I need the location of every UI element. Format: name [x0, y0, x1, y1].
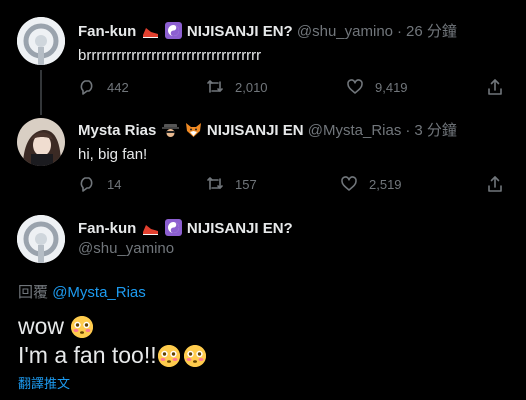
- detective-emoji-icon: [161, 121, 179, 144]
- reply-count: 14: [107, 176, 122, 192]
- share-button[interactable]: [486, 175, 515, 193]
- flushed-face-emoji-icon: [183, 345, 206, 367]
- main-tweet-text-2: I'm a fan too!!: [18, 342, 157, 368]
- replying-to-mention[interactable]: @Mysta_Rias: [52, 284, 146, 301]
- replying-to-label: 回覆: [18, 284, 49, 301]
- retweet-button[interactable]: 157: [206, 175, 257, 193]
- timestamp[interactable]: 3 分鐘: [414, 122, 457, 139]
- like-count: 2,519: [369, 176, 402, 192]
- display-name-suffix: NIJISANJI EN?: [186, 220, 293, 237]
- main-tweet-line-1: wow: [18, 311, 94, 341]
- user-handle[interactable]: @Mysta_Rias: [308, 122, 402, 139]
- avatar-fan-kun[interactable]: [17, 17, 65, 65]
- retweet-icon: [207, 177, 223, 190]
- user-handle[interactable]: @shu_yamino: [78, 240, 174, 257]
- main-tweet-line-2: I'm a fan too!!: [18, 340, 206, 370]
- reply-button[interactable]: 442: [78, 78, 129, 96]
- avatar-mysta-rias[interactable]: [17, 118, 65, 166]
- share-button[interactable]: [486, 78, 515, 96]
- reply-icon: [80, 177, 93, 192]
- like-button[interactable]: 2,519: [340, 175, 402, 193]
- shoe-emoji-icon: [142, 25, 159, 45]
- retweet-icon: [207, 80, 223, 93]
- retweet-count: 2,010: [235, 79, 268, 95]
- tweet-2-header: Mysta Rias NIJISANJI EN @Mysta_Rias · 3 分鐘: [78, 121, 457, 144]
- heart-icon: [341, 176, 357, 191]
- share-icon: [488, 79, 502, 95]
- heart-icon: [347, 79, 363, 94]
- main-tweet-text-1: wow: [18, 313, 65, 339]
- avatar-fan-kun[interactable]: [17, 215, 65, 263]
- retweet-button[interactable]: 2,010: [206, 78, 268, 96]
- reply-icon: [80, 80, 93, 95]
- display-name-suffix: NIJISANJI EN?: [186, 23, 293, 40]
- tweet-1-header: Fan-kun NIJISANJI EN? @shu_yamino · 26 分鐘: [78, 22, 457, 45]
- flushed-face-emoji-icon: [157, 345, 180, 367]
- display-name[interactable]: Fan-kun: [78, 220, 136, 237]
- tweet-1-text: brrrrrrrrrrrrrrrrrrrrrrrrrrrrrrrrrrr: [78, 47, 262, 64]
- like-count: 9,419: [375, 79, 408, 95]
- replying-to: 回覆 @Mysta_Rias: [18, 281, 146, 302]
- display-name-suffix: NIJISANJI EN: [206, 122, 304, 139]
- yin-yang-emoji-icon: [164, 22, 182, 45]
- user-handle[interactable]: @shu_yamino: [297, 23, 393, 40]
- reply-count: 442: [107, 79, 129, 95]
- display-name[interactable]: Fan-kun: [78, 23, 136, 40]
- display-name[interactable]: Mysta Rias: [78, 122, 156, 139]
- main-tweet-handle-row: @shu_yamino: [78, 239, 174, 259]
- share-icon: [488, 176, 502, 192]
- like-button[interactable]: 9,419: [346, 78, 408, 96]
- retweet-count: 157: [235, 176, 257, 192]
- translate-tweet-link[interactable]: 翻譯推文: [18, 373, 70, 392]
- flushed-face-emoji-icon: [71, 316, 94, 338]
- fox-emoji-icon: [185, 121, 202, 144]
- timestamp[interactable]: 26 分鐘: [406, 23, 457, 40]
- tweet-2-text: hi, big fan!: [78, 146, 148, 163]
- thread-line: [40, 70, 42, 115]
- reply-button[interactable]: 14: [78, 175, 121, 193]
